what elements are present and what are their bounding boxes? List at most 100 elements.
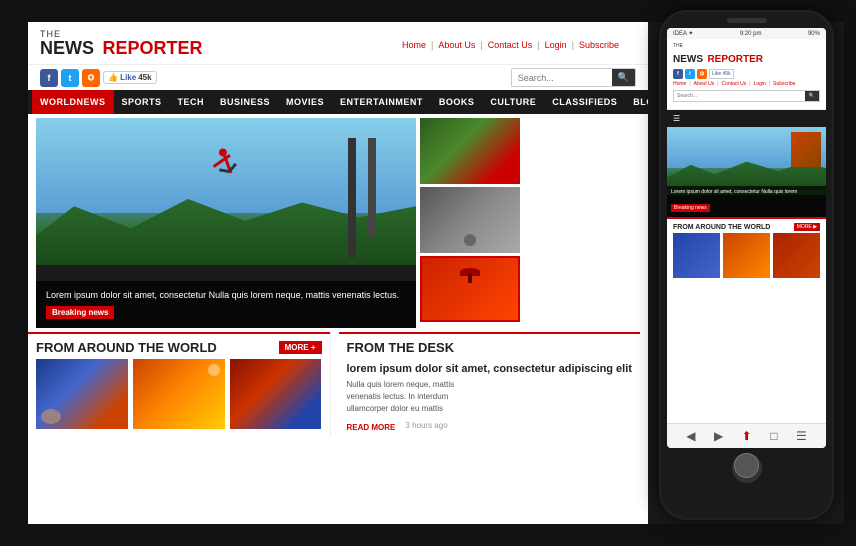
phone-logo: THE NEWS REPORTER — [673, 43, 820, 67]
nav-classifieds[interactable]: CLASSIFIEDS — [544, 90, 625, 114]
nav-about[interactable]: About Us — [433, 40, 480, 50]
search-input[interactable] — [512, 70, 612, 86]
thumbnail-1[interactable] — [420, 118, 520, 184]
phone-home-button[interactable] — [732, 453, 762, 483]
phone-forward-icon[interactable]: ▶ — [714, 429, 723, 443]
phone-article-1[interactable] — [673, 233, 720, 278]
article-thumb-1[interactable] — [36, 359, 128, 429]
phone-nav-bar: ☰ — [667, 110, 826, 127]
phone-section-header: FROM AROUND THE WORLD MORE ▶ — [667, 217, 826, 233]
rss-icon[interactable]: ⏣ — [82, 69, 100, 87]
nav-home[interactable]: Home — [397, 40, 431, 50]
breaking-badge: Breaking news — [46, 306, 114, 319]
phone-article-2[interactable] — [723, 233, 770, 278]
article-thumb-3[interactable] — [230, 359, 322, 429]
phone-bottom-bar: ◀ ▶ ⬆ □ ☰ — [667, 423, 826, 448]
nav-bar: WORLDNEWS SPORTS TECH BUSINESS MOVIES EN… — [28, 90, 648, 114]
nav-entertainment[interactable]: ENTERTAINMENT — [332, 90, 431, 114]
nav-books[interactable]: BOOKS — [431, 90, 483, 114]
thumbnail-2[interactable] — [420, 187, 520, 253]
logo-reporter: REPORTER — [102, 38, 202, 58]
phone-bookmark-icon[interactable]: □ — [770, 429, 777, 443]
desk-body-1: Nulla quis lorem neque, mattis — [347, 379, 633, 391]
thumbnail-3[interactable] — [420, 256, 520, 322]
desk-article-title: lorem ipsum dolor sit amet, consectetur … — [347, 363, 633, 375]
phone-tw-icon[interactable]: t — [685, 69, 695, 79]
phone-articles-row — [667, 233, 826, 282]
desk-body-2: venenatis lectus. In interdum — [347, 391, 633, 403]
like-label: 👍 Like — [108, 73, 136, 82]
nav-login[interactable]: Login — [540, 40, 572, 50]
header-right: Home | About Us | Contact Us | Login | S… — [385, 36, 636, 52]
website-preview: THE NEWS REPORTER Home | About Us | Cont… — [28, 22, 648, 524]
time-ago: 3 hours ago — [405, 421, 447, 430]
main-content: Lorem ipsum dolor sit amet, consectetur … — [28, 114, 648, 332]
nav-sports[interactable]: SPORTS — [114, 90, 170, 114]
hero-overlay: Lorem ipsum dolor sit amet, consectetur … — [36, 281, 416, 328]
phone-rss-icon[interactable]: ⏣ — [697, 69, 707, 79]
phone-article-3[interactable] — [773, 233, 820, 278]
phone-back-icon[interactable]: ◀ — [686, 429, 695, 443]
phone-tabs-icon[interactable]: ☰ — [796, 429, 807, 443]
from-world-section: FROM AROUND THE WORLD MORE + — [28, 332, 331, 436]
articles-row — [28, 359, 330, 435]
phone-logo-reporter: REPORTER — [707, 54, 763, 65]
phone-share-icon[interactable]: ⬆ — [742, 429, 752, 443]
logo-news: NEWS — [40, 38, 94, 58]
twitter-icon[interactable]: t — [61, 69, 79, 87]
phone-search-button[interactable]: 🔍 — [805, 91, 819, 101]
search-button[interactable]: 🔍 — [612, 69, 635, 86]
search-bar[interactable]: 🔍 — [511, 68, 636, 87]
site-logo: THE NEWS REPORTER — [40, 30, 202, 58]
nav-blogs[interactable]: BLOGS — [625, 90, 648, 114]
phone-top-nav: Home | About Us | Contact Us | Login | S… — [673, 81, 820, 87]
phone-hero-overlay: Lorem ipsum dolor sit amet, consectetur … — [667, 186, 826, 217]
hero-image: Lorem ipsum dolor sit amet, consectetur … — [36, 118, 416, 328]
from-world-more[interactable]: MORE + — [279, 341, 322, 354]
article-thumb-2[interactable] — [133, 359, 225, 429]
phone-hero-text: Lorem ipsum dolor sit amet, consectetur … — [671, 189, 822, 196]
from-desk-content: lorem ipsum dolor sit amet, consectetur … — [339, 359, 641, 436]
thumbnail-stack — [420, 118, 520, 328]
read-more-link[interactable]: READ MORE — [347, 423, 396, 432]
from-world-title: FROM AROUND THE WORLD — [36, 340, 217, 355]
nav-subscribe[interactable]: Subscribe — [574, 40, 624, 50]
nav-contact[interactable]: Contact Us — [483, 40, 538, 50]
nav-tech[interactable]: TECH — [170, 90, 213, 114]
nav-business[interactable]: BUSINESS — [212, 90, 278, 114]
phone-fb-icon[interactable]: f — [673, 69, 683, 79]
like-box[interactable]: 👍 Like 45k — [103, 71, 157, 84]
from-desk-section: FROM THE DESK lorem ipsum dolor sit amet… — [331, 332, 649, 436]
phone-more-btn[interactable]: MORE ▶ — [794, 223, 820, 231]
phone-carrier: IDEA ✦ — [673, 30, 693, 37]
phone-social-icons: f t ⏣ Like 45k — [673, 69, 820, 79]
nav-culture[interactable]: CULTURE — [482, 90, 544, 114]
phone-search-input[interactable] — [674, 91, 805, 101]
phone-hero-thumbnail — [791, 132, 821, 167]
from-desk-header: FROM THE DESK — [339, 332, 641, 359]
phone-search-bar[interactable]: 🔍 — [673, 90, 820, 102]
phone-like-box[interactable]: Like 45k — [709, 69, 734, 79]
phone-header: THE NEWS REPORTER f t ⏣ Like 45k Home | … — [667, 39, 826, 110]
from-desk-title: FROM THE DESK — [347, 340, 455, 355]
phone-hamburger-icon[interactable]: ☰ — [673, 114, 680, 123]
nav-movies[interactable]: MOVIES — [278, 90, 332, 114]
phone-status-bar: IDEA ✦ 9:20 pm 90% — [667, 28, 826, 39]
phone-screen: IDEA ✦ 9:20 pm 90% THE NEWS REPORTER f t… — [667, 28, 826, 448]
social-icons: f t ⏣ 👍 Like 45k — [40, 69, 157, 87]
phone-mockup: IDEA ✦ 9:20 pm 90% THE NEWS REPORTER f t… — [659, 10, 844, 530]
phone-logo-news: NEWS — [673, 54, 703, 65]
two-column-section: FROM AROUND THE WORLD MORE + — [28, 332, 648, 436]
from-world-header: FROM AROUND THE WORLD MORE + — [28, 332, 330, 359]
desk-body-3: ullamcorper dolor eu mattis — [347, 403, 633, 415]
phone-speaker — [727, 18, 767, 23]
phone-hero: Lorem ipsum dolor sit amet, consectetur … — [667, 127, 826, 217]
phone-breaking-badge: Breaking news — [671, 204, 710, 212]
hero-caption: Lorem ipsum dolor sit amet, consectetur … — [46, 289, 406, 302]
phone-section-title: FROM AROUND THE WORLD — [673, 224, 770, 231]
hero-section: Lorem ipsum dolor sit amet, consectetur … — [36, 118, 416, 328]
nav-worldnews[interactable]: WORLDNEWS — [32, 90, 114, 114]
site-header: THE NEWS REPORTER Home | About Us | Cont… — [28, 22, 648, 65]
facebook-icon[interactable]: f — [40, 69, 58, 87]
phone-time: 9:20 pm — [740, 31, 762, 37]
